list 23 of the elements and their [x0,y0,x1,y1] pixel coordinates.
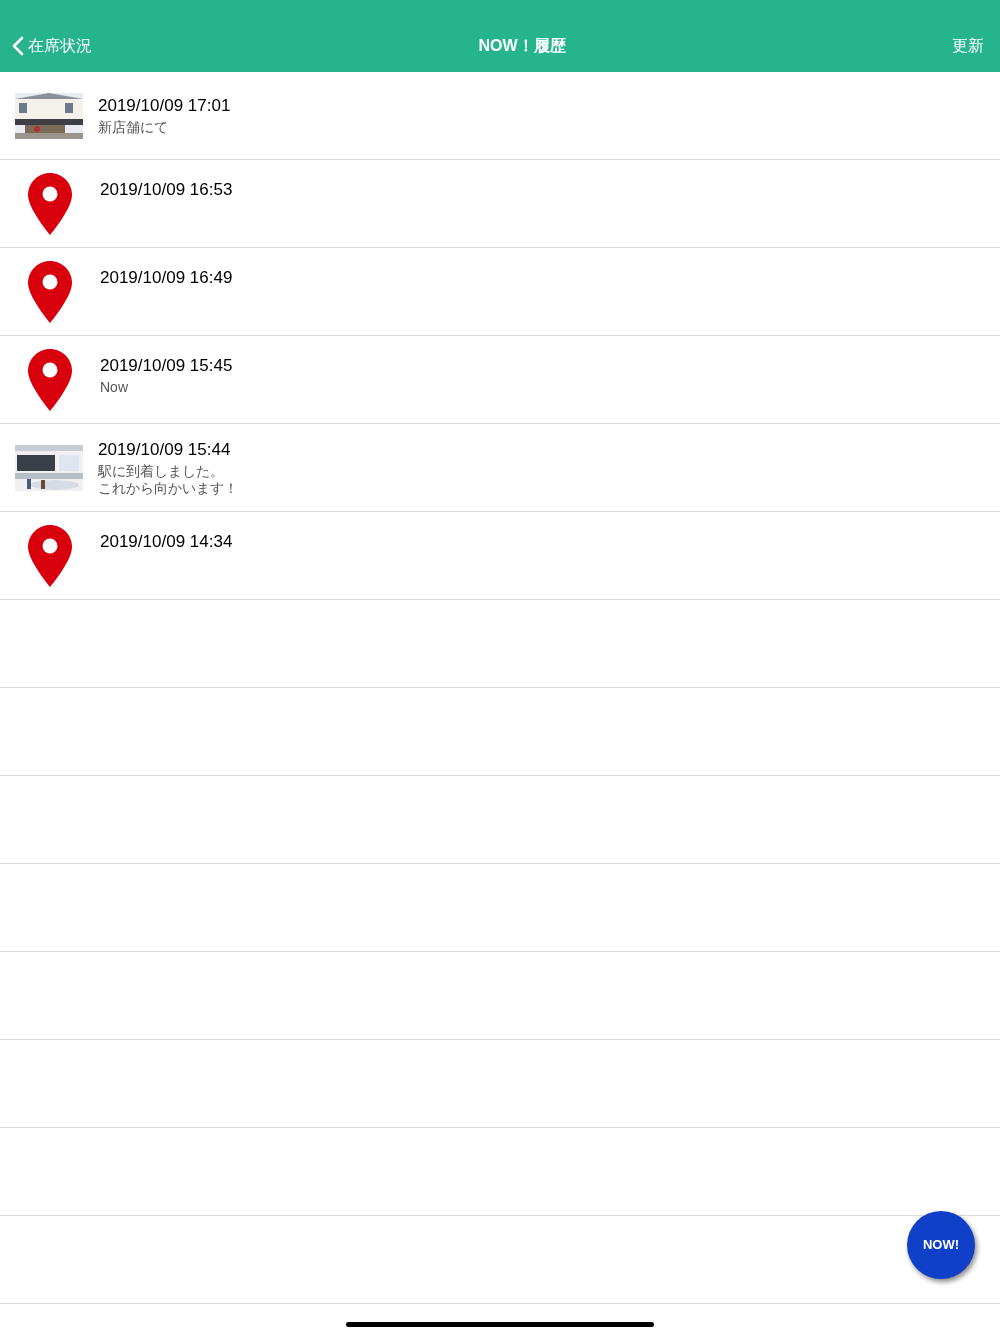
map-pin-icon [28,525,72,587]
history-row[interactable]: 2019/10/09 15:45 Now [0,336,1000,424]
history-row[interactable]: 2019/10/09 14:34 [0,512,1000,600]
history-row[interactable]: 2019/10/09 16:53 [0,160,1000,248]
timestamp: 2019/10/09 16:49 [100,267,233,289]
history-row[interactable]: 2019/10/09 16:49 [0,248,1000,336]
timestamp: 2019/10/09 16:53 [100,179,233,201]
note-text: これから向かいます！ [98,479,238,497]
map-pin-icon [28,349,72,411]
note-text: 駅に到着しました。 [98,462,225,480]
timestamp: 2019/10/09 17:01 [98,95,231,117]
note-text: Now [100,379,129,396]
map-pin-icon [28,173,72,235]
timestamp: 2019/10/09 14:34 [100,531,233,553]
note-text: 新店舗にて [98,119,169,136]
timestamp: 2019/10/09 15:44 [98,438,232,461]
back-chevron-icon [12,36,24,56]
screen-title: NOW！履歴 [478,36,566,56]
history-row[interactable]: 2019/10/09 15:44 駅に到着しました。 これから向かいます！ [0,424,1000,512]
map-pin-icon [28,261,72,323]
now-button[interactable]: NOW! [907,1211,975,1279]
history-row[interactable]: 2019/10/09 17:01 新店舗にて [0,72,1000,160]
timestamp: 2019/10/09 15:45 [100,355,233,377]
